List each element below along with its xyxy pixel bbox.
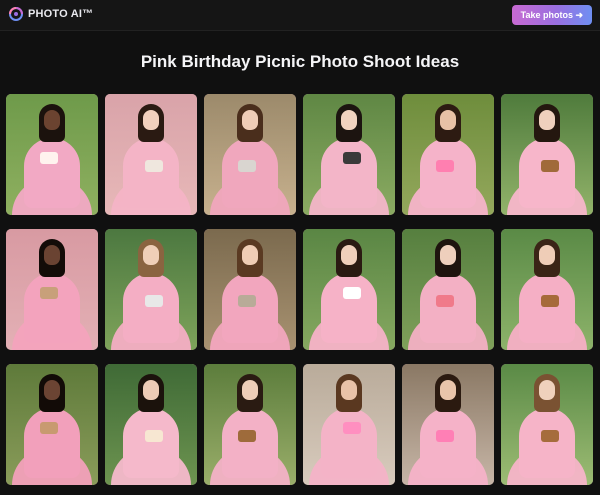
photo-subject [6, 229, 98, 350]
page-title: Pink Birthday Picnic Photo Shoot Ideas [140, 52, 460, 71]
photo-camera-basket-field[interactable] [204, 364, 296, 485]
photo-subject [204, 364, 296, 485]
photo-subject [303, 94, 395, 215]
photo-subject [105, 364, 197, 485]
photo-subject [501, 229, 593, 350]
photo-bow-basket-standing[interactable] [501, 364, 593, 485]
photo-subject [501, 364, 593, 485]
photo-subject [501, 94, 593, 215]
photo-subject [402, 229, 494, 350]
photo-cake-basket-lawn[interactable] [501, 229, 593, 350]
photo-subject [105, 229, 197, 350]
photo-subject [303, 364, 395, 485]
photo-subject [6, 94, 98, 215]
photo-lying-pink-sunglasses[interactable] [303, 364, 395, 485]
photo-gallery-grid [6, 94, 594, 485]
photo-subject [303, 229, 395, 350]
photo-subject [6, 364, 98, 485]
photo-bow-basket-meadow[interactable] [501, 94, 593, 215]
photo-subject [204, 229, 296, 350]
photo-holding-white-cat[interactable] [105, 94, 197, 215]
photo-hugging-cat-garden[interactable] [204, 94, 296, 215]
photo-subject [402, 364, 494, 485]
photo-tabby-cat-fence[interactable] [204, 229, 296, 350]
photo-pouring-drink[interactable] [402, 229, 494, 350]
top-navigation-bar: PHOTO AI™ Take photos ➜ [0, 0, 600, 31]
photo-afro-cat-roses[interactable] [6, 364, 98, 485]
photo-heart-sunglasses-blanket[interactable] [402, 364, 494, 485]
photo-bow-cake-picnic[interactable] [303, 229, 395, 350]
photo-camera-outdoor-park[interactable] [105, 229, 197, 350]
photo-subject [105, 94, 197, 215]
brand-name: PHOTO AI™ [28, 8, 94, 20]
photo-lying-sunglasses[interactable] [402, 94, 494, 215]
aperture-icon [9, 7, 23, 21]
photo-camera-pink-dress[interactable] [303, 94, 395, 215]
photo-subject [204, 94, 296, 215]
photo-subject [402, 94, 494, 215]
brand-logo[interactable]: PHOTO AI™ [9, 7, 93, 21]
photo-birthday-hat-cake[interactable] [6, 94, 98, 215]
photo-afro-kitten-pink-wall[interactable] [6, 229, 98, 350]
photo-champagne-flowers[interactable] [105, 364, 197, 485]
take-photos-button[interactable]: Take photos ➜ [511, 5, 592, 25]
